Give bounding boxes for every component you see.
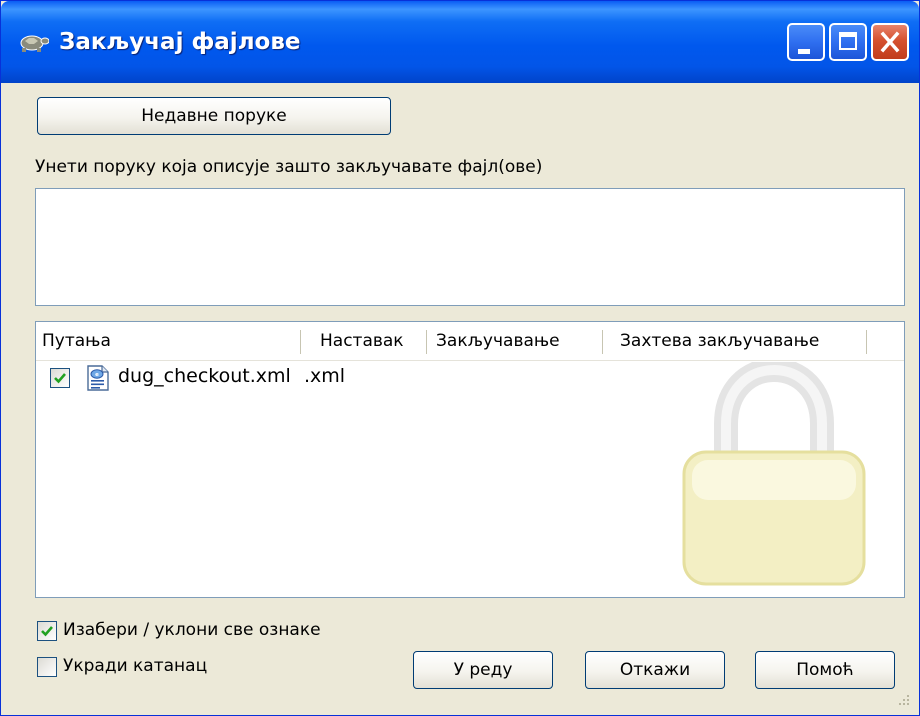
message-label: Унети поруку која описује зашто закључав… xyxy=(35,157,543,177)
file-extension-cell: .xml xyxy=(304,365,346,387)
help-button[interactable]: Помоћ xyxy=(755,651,895,689)
list-header: Путања Наставак Закључавање Захтева закљ… xyxy=(36,322,904,361)
steal-lock-label[interactable]: Укради катанац xyxy=(63,656,207,676)
ok-button[interactable]: У реду xyxy=(413,651,553,689)
table-row[interactable]: e dug_checkout.xml .xml xyxy=(36,364,904,394)
column-separator[interactable] xyxy=(300,330,301,354)
column-header-path[interactable]: Путања xyxy=(42,331,111,351)
column-separator[interactable] xyxy=(866,330,867,354)
window-title: Закључај фајлове xyxy=(59,29,301,55)
svg-text:e: e xyxy=(95,372,99,378)
close-button[interactable] xyxy=(871,23,909,61)
maximize-button[interactable] xyxy=(829,23,867,61)
checkmark-icon xyxy=(41,626,53,637)
column-header-extension[interactable]: Наставак xyxy=(320,331,404,351)
close-icon xyxy=(880,31,900,53)
lock-message-input[interactable] xyxy=(35,188,905,306)
file-path-cell: dug_checkout.xml xyxy=(118,365,291,387)
checkmark-icon xyxy=(54,373,66,384)
select-all-label[interactable]: Изабери / уклони све ознаке xyxy=(63,620,321,640)
minimize-icon xyxy=(798,49,810,54)
lock-files-dialog: Закључај фајлове Недавне поруке Унети по… xyxy=(0,0,920,716)
steal-lock-checkbox[interactable] xyxy=(37,657,57,677)
resize-grip-icon[interactable] xyxy=(895,693,911,709)
xml-file-icon: e xyxy=(87,365,109,391)
column-separator[interactable] xyxy=(426,330,427,354)
file-list[interactable]: Путања Наставак Закључавање Захтева закљ… xyxy=(35,321,905,598)
tortoise-icon xyxy=(20,35,49,52)
dialog-body: Недавне поруке Унети поруку која описује… xyxy=(5,83,915,713)
row-checkbox[interactable] xyxy=(50,368,70,388)
select-all-checkbox[interactable] xyxy=(37,621,57,641)
column-header-needs-lock[interactable]: Захтева закључавање xyxy=(620,331,819,351)
minimize-button[interactable] xyxy=(787,23,825,61)
recent-messages-button[interactable]: Недавне поруке xyxy=(37,97,391,135)
column-separator[interactable] xyxy=(602,330,603,354)
column-header-locking[interactable]: Закључавање xyxy=(436,331,560,351)
cancel-button[interactable]: Откажи xyxy=(585,651,725,689)
title-bar[interactable]: Закључај фајлове xyxy=(1,1,919,83)
maximize-icon xyxy=(839,32,857,50)
padlock-icon xyxy=(682,362,866,586)
